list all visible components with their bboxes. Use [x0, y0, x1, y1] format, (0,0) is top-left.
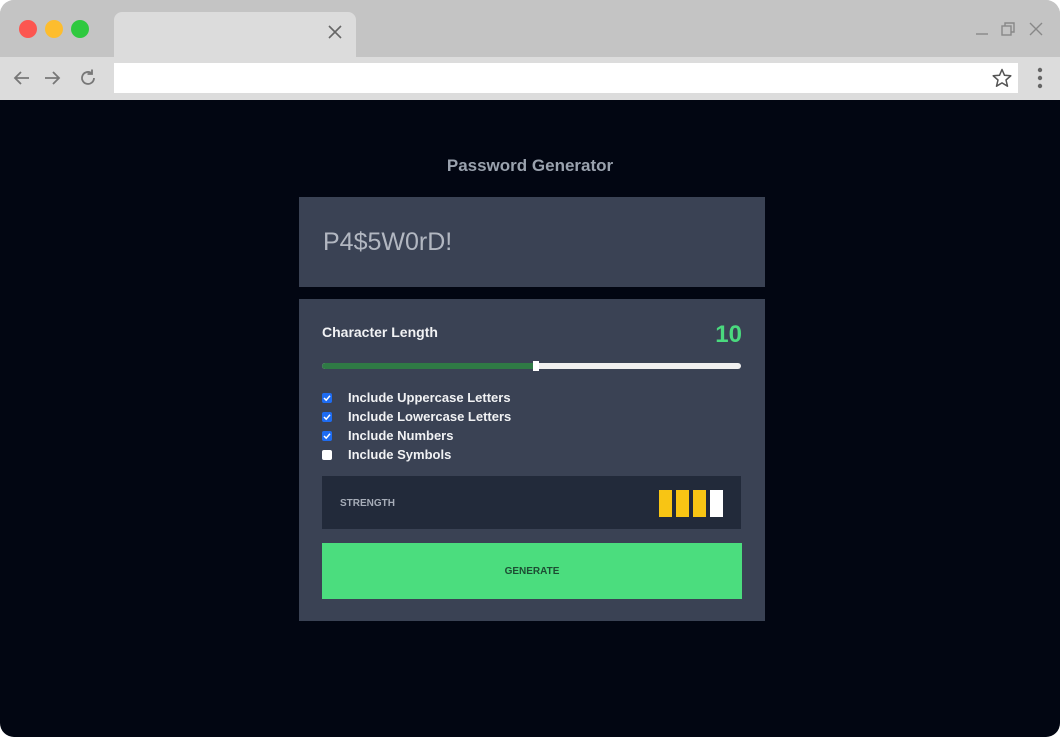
forward-arrow-icon[interactable] — [41, 67, 63, 89]
strength-bar — [676, 490, 689, 517]
back-arrow-icon[interactable] — [11, 67, 33, 89]
address-bar[interactable] — [114, 63, 1018, 93]
check-icon — [323, 432, 331, 439]
option-row[interactable]: Include Uppercase Letters — [322, 388, 511, 407]
option-label: Include Uppercase Letters — [348, 390, 511, 405]
page-title: Password Generator — [446, 156, 614, 175]
option-row[interactable]: Include Lowercase Letters — [322, 407, 511, 426]
password-result-text: P4$5W0rD! — [323, 228, 453, 256]
maximize-window-dot[interactable] — [71, 20, 89, 38]
check-icon — [323, 413, 331, 420]
reload-icon[interactable] — [77, 67, 99, 89]
character-length-value: 10 — [715, 321, 742, 348]
check-icon — [323, 394, 331, 401]
page-viewport: Password Generator P4$5W0rD! Character L… — [0, 100, 1060, 737]
slider-fill — [322, 363, 536, 369]
slider-thumb[interactable] — [532, 361, 539, 371]
option-label: Include Numbers — [348, 428, 454, 443]
close-window-dot[interactable] — [19, 20, 37, 38]
browser-toolbar — [0, 57, 1060, 100]
password-result-box[interactable]: P4$5W0rD! — [299, 197, 765, 287]
minimize-icon[interactable] — [973, 20, 991, 38]
close-icon[interactable] — [326, 23, 344, 41]
strength-meter: STRENGTH — [322, 476, 741, 529]
browser-window: Password Generator P4$5W0rD! Character L… — [0, 0, 1060, 737]
option-checkbox[interactable] — [322, 392, 332, 403]
close-icon[interactable] — [1027, 20, 1045, 38]
character-length-slider[interactable] — [322, 361, 741, 371]
strength-bar — [693, 490, 706, 517]
minimize-window-dot[interactable] — [45, 20, 63, 38]
option-checkbox[interactable] — [322, 411, 332, 422]
option-label: Include Symbols — [348, 447, 452, 462]
strength-bar — [659, 490, 672, 517]
strength-bars — [659, 490, 723, 517]
option-row[interactable]: Include Symbols — [322, 445, 511, 464]
option-label: Include Lowercase Letters — [348, 409, 512, 424]
option-checkbox[interactable] — [322, 449, 332, 460]
character-length-label: Character Length — [322, 324, 438, 340]
generate-button[interactable]: GENERATE — [322, 543, 742, 599]
options-list: Include Uppercase Letters Include Lowerca… — [322, 388, 511, 464]
option-checkbox[interactable] — [322, 430, 332, 441]
strength-label: STRENGTH — [340, 498, 395, 509]
kebab-menu-icon[interactable] — [1030, 65, 1050, 91]
star-icon[interactable] — [991, 67, 1013, 89]
option-row[interactable]: Include Numbers — [322, 426, 511, 445]
strength-bar — [710, 490, 723, 517]
restore-icon[interactable] — [999, 20, 1017, 38]
browser-tab[interactable] — [114, 12, 356, 57]
title-bar — [0, 0, 1060, 57]
settings-panel: Character Length 10 Include Uppercase Le… — [299, 299, 765, 621]
